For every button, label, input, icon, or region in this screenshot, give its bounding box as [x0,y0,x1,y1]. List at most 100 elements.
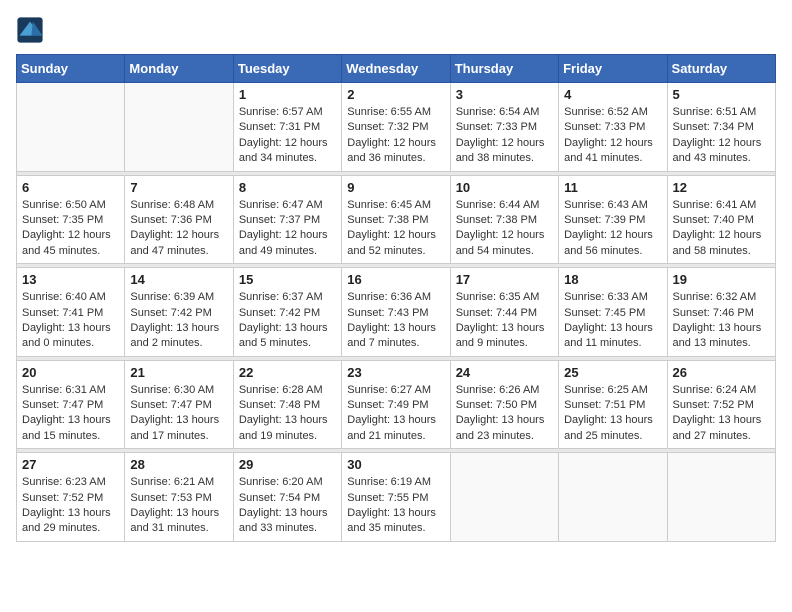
day-detail: Sunrise: 6:27 AMSunset: 7:49 PMDaylight:… [347,383,444,445]
calendar-cell: 16 Sunrise: 6:36 AMSunset: 7:43 PMDayligh… [342,268,450,357]
day-detail: Sunrise: 6:31 AMSunset: 7:47 PMDaylight:… [22,383,119,445]
day-number: 17 [456,272,553,287]
day-detail: Sunrise: 6:54 AMSunset: 7:33 PMDaylight:… [456,105,553,167]
calendar-cell: 22 Sunrise: 6:28 AMSunset: 7:48 PMDayligh… [233,360,341,449]
calendar-cell: 28 Sunrise: 6:21 AMSunset: 7:53 PMDayligh… [125,453,233,542]
day-number: 9 [347,180,444,195]
day-detail: Sunrise: 6:57 AMSunset: 7:31 PMDaylight:… [239,105,336,167]
day-number: 15 [239,272,336,287]
calendar-cell: 25 Sunrise: 6:25 AMSunset: 7:51 PMDayligh… [559,360,667,449]
calendar-cell: 5 Sunrise: 6:51 AMSunset: 7:34 PMDaylight… [667,83,775,172]
day-detail: Sunrise: 6:36 AMSunset: 7:43 PMDaylight:… [347,290,444,352]
day-number: 23 [347,365,444,380]
col-header-wednesday: Wednesday [342,55,450,83]
logo-icon [16,16,44,44]
day-number: 25 [564,365,661,380]
day-number: 2 [347,87,444,102]
day-detail: Sunrise: 6:28 AMSunset: 7:48 PMDaylight:… [239,383,336,445]
day-number: 12 [673,180,770,195]
day-number: 8 [239,180,336,195]
day-number: 4 [564,87,661,102]
day-detail: Sunrise: 6:35 AMSunset: 7:44 PMDaylight:… [456,290,553,352]
logo [16,16,48,44]
calendar-cell: 8 Sunrise: 6:47 AMSunset: 7:37 PMDaylight… [233,175,341,264]
day-number: 11 [564,180,661,195]
calendar-cell: 26Sunrise: 6:24 AMSunset: 7:52 PMDayligh… [667,360,775,449]
calendar-table: SundayMondayTuesdayWednesdayThursdayFrid… [16,54,776,542]
calendar-cell: 6 Sunrise: 6:50 AMSunset: 7:35 PMDaylight… [17,175,125,264]
week-row-4: 20 Sunrise: 6:31 AMSunset: 7:47 PMDayligh… [17,360,776,449]
calendar-cell: 12 Sunrise: 6:41 AMSunset: 7:40 PMDayligh… [667,175,775,264]
calendar-cell: 21 Sunrise: 6:30 AMSunset: 7:47 PMDayligh… [125,360,233,449]
calendar-cell: 4 Sunrise: 6:52 AMSunset: 7:33 PMDaylight… [559,83,667,172]
col-header-thursday: Thursday [450,55,558,83]
day-number: 18 [564,272,661,287]
calendar-cell [125,83,233,172]
week-row-3: 13Sunrise: 6:40 AMSunset: 7:41 PMDayligh… [17,268,776,357]
week-row-1: 1 Sunrise: 6:57 AMSunset: 7:31 PMDaylight… [17,83,776,172]
col-header-tuesday: Tuesday [233,55,341,83]
calendar-cell: 24Sunrise: 6:26 AMSunset: 7:50 PMDayligh… [450,360,558,449]
calendar-cell: 18 Sunrise: 6:33 AMSunset: 7:45 PMDayligh… [559,268,667,357]
col-header-monday: Monday [125,55,233,83]
day-number: 6 [22,180,119,195]
calendar-cell [559,453,667,542]
calendar-cell: 10Sunrise: 6:44 AMSunset: 7:38 PMDayligh… [450,175,558,264]
calendar-cell [667,453,775,542]
day-detail: Sunrise: 6:26 AMSunset: 7:50 PMDaylight:… [456,383,553,445]
day-number: 1 [239,87,336,102]
day-detail: Sunrise: 6:20 AMSunset: 7:54 PMDaylight:… [239,475,336,537]
day-number: 30 [347,457,444,472]
day-detail: Sunrise: 6:23 AMSunset: 7:52 PMDaylight:… [22,475,119,537]
day-detail: Sunrise: 6:45 AMSunset: 7:38 PMDaylight:… [347,198,444,260]
calendar-header-row: SundayMondayTuesdayWednesdayThursdayFrid… [17,55,776,83]
calendar-cell: 1 Sunrise: 6:57 AMSunset: 7:31 PMDaylight… [233,83,341,172]
calendar-cell: 13Sunrise: 6:40 AMSunset: 7:41 PMDayligh… [17,268,125,357]
day-number: 27 [22,457,119,472]
calendar-cell: 14Sunrise: 6:39 AMSunset: 7:42 PMDayligh… [125,268,233,357]
day-detail: Sunrise: 6:55 AMSunset: 7:32 PMDaylight:… [347,105,444,167]
page-header [16,16,776,44]
col-header-saturday: Saturday [667,55,775,83]
calendar-cell: 29 Sunrise: 6:20 AMSunset: 7:54 PMDayligh… [233,453,341,542]
calendar-cell: 3 Sunrise: 6:54 AMSunset: 7:33 PMDaylight… [450,83,558,172]
calendar-cell: 15 Sunrise: 6:37 AMSunset: 7:42 PMDayligh… [233,268,341,357]
day-number: 28 [130,457,227,472]
day-number: 22 [239,365,336,380]
calendar-cell: 20 Sunrise: 6:31 AMSunset: 7:47 PMDayligh… [17,360,125,449]
day-number: 7 [130,180,227,195]
day-detail: Sunrise: 6:24 AMSunset: 7:52 PMDaylight:… [673,383,770,445]
calendar-cell: 2 Sunrise: 6:55 AMSunset: 7:32 PMDaylight… [342,83,450,172]
calendar-cell: 23 Sunrise: 6:27 AMSunset: 7:49 PMDayligh… [342,360,450,449]
day-detail: Sunrise: 6:19 AMSunset: 7:55 PMDaylight:… [347,475,444,537]
calendar-cell: 7 Sunrise: 6:48 AMSunset: 7:36 PMDaylight… [125,175,233,264]
calendar-cell: 9 Sunrise: 6:45 AMSunset: 7:38 PMDaylight… [342,175,450,264]
day-detail: Sunrise: 6:44 AMSunset: 7:38 PMDaylight:… [456,198,553,260]
calendar-cell: 19Sunrise: 6:32 AMSunset: 7:46 PMDayligh… [667,268,775,357]
calendar-cell: 11 Sunrise: 6:43 AMSunset: 7:39 PMDayligh… [559,175,667,264]
day-number: 14 [130,272,227,287]
calendar-cell [450,453,558,542]
day-number: 20 [22,365,119,380]
day-detail: Sunrise: 6:33 AMSunset: 7:45 PMDaylight:… [564,290,661,352]
day-detail: Sunrise: 6:32 AMSunset: 7:46 PMDaylight:… [673,290,770,352]
day-number: 29 [239,457,336,472]
day-detail: Sunrise: 6:37 AMSunset: 7:42 PMDaylight:… [239,290,336,352]
day-number: 16 [347,272,444,287]
day-detail: Sunrise: 6:21 AMSunset: 7:53 PMDaylight:… [130,475,227,537]
day-detail: Sunrise: 6:25 AMSunset: 7:51 PMDaylight:… [564,383,661,445]
day-detail: Sunrise: 6:48 AMSunset: 7:36 PMDaylight:… [130,198,227,260]
day-detail: Sunrise: 6:51 AMSunset: 7:34 PMDaylight:… [673,105,770,167]
day-number: 5 [673,87,770,102]
day-detail: Sunrise: 6:43 AMSunset: 7:39 PMDaylight:… [564,198,661,260]
day-number: 3 [456,87,553,102]
calendar-cell [17,83,125,172]
day-detail: Sunrise: 6:50 AMSunset: 7:35 PMDaylight:… [22,198,119,260]
day-detail: Sunrise: 6:41 AMSunset: 7:40 PMDaylight:… [673,198,770,260]
day-detail: Sunrise: 6:30 AMSunset: 7:47 PMDaylight:… [130,383,227,445]
day-number: 21 [130,365,227,380]
day-detail: Sunrise: 6:52 AMSunset: 7:33 PMDaylight:… [564,105,661,167]
calendar-cell: 17 Sunrise: 6:35 AMSunset: 7:44 PMDayligh… [450,268,558,357]
week-row-5: 27 Sunrise: 6:23 AMSunset: 7:52 PMDayligh… [17,453,776,542]
day-detail: Sunrise: 6:47 AMSunset: 7:37 PMDaylight:… [239,198,336,260]
